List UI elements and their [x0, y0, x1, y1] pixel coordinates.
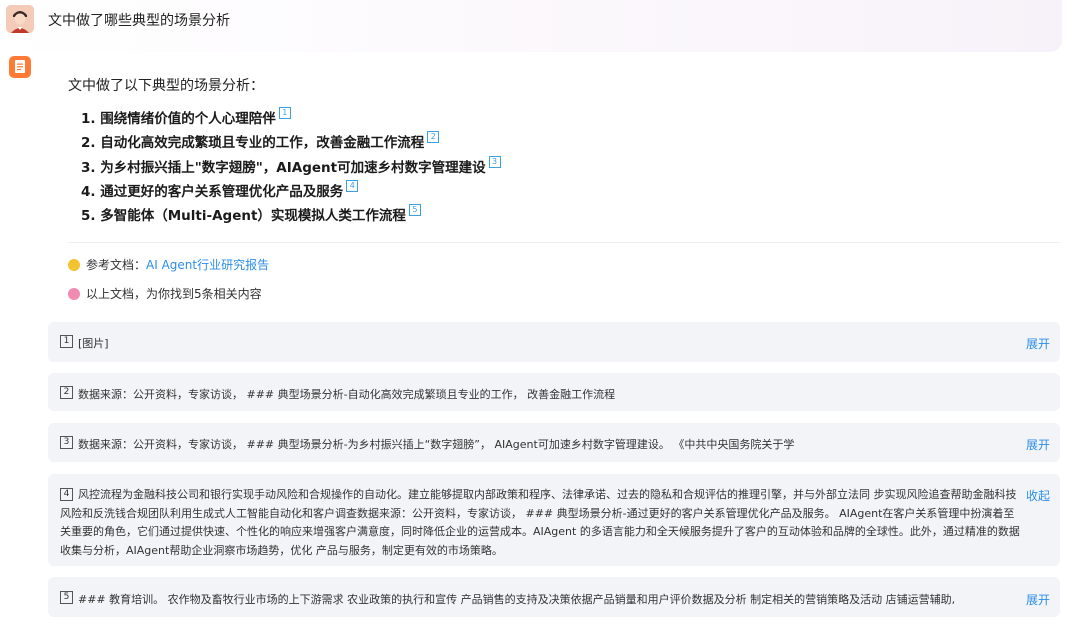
answer-intro: 文中做了以下典型的场景分析：	[68, 78, 264, 94]
list-item: 5. 多智能体（Multi-Agent）实现模拟人类工作流程 5	[81, 204, 501, 228]
expand-toggle[interactable]: 展开	[1026, 335, 1050, 352]
reference-doc-link[interactable]: AI Agent行业研究报告	[146, 258, 269, 272]
source-item-5[interactable]: 5 ### 教育培训。 农作物及畜牧行业市场的上下游需求 农业政策的执行和宣传 …	[48, 577, 1060, 617]
list-item: 2. 自动化高效完成繁琐且专业的工作，改善金融工作流程 2	[81, 131, 501, 155]
avatar-icon	[6, 5, 34, 33]
list-item: 1. 围绕情绪价值的个人心理陪伴 1	[81, 107, 501, 131]
user-avatar	[6, 5, 34, 33]
source-item-3[interactable]: 3 数据来源：公开资料，专家访谈， ### 典型场景分析-为乡村振兴插上“数字翅…	[48, 423, 1060, 462]
list-item: 3. 为乡村振兴插上"数字翅膀"，AIAgent可加速乡村数字管理建设 3	[81, 155, 501, 180]
source-text: [图片]	[78, 337, 109, 350]
source-text: 数据来源：公开资料，专家访谈， ### 典型场景分析-为乡村振兴插上“数字翅膀”…	[78, 438, 795, 451]
source-text: 数据来源：公开资料，专家访谈， ### 典型场景分析-自动化高效完成繁琐且专业的…	[78, 388, 616, 401]
citation-badge[interactable]: 2	[427, 131, 440, 144]
divider	[68, 242, 1060, 243]
reference-doc-row: 参考文档：AI Agent行业研究报告	[68, 256, 269, 273]
result-icon	[68, 288, 80, 300]
source-number: 5	[60, 591, 73, 604]
expand-toggle[interactable]: 展开	[1026, 436, 1050, 453]
source-number: 3	[60, 436, 73, 449]
answer-card: 文中做了以下典型的场景分析： 1. 围绕情绪价值的个人心理陪伴 1 2. 自动化高…	[48, 52, 1060, 306]
source-number: 2	[60, 386, 73, 399]
user-question: 文中做了哪些典型的场景分析	[48, 13, 230, 29]
citation-badge[interactable]: 1	[278, 107, 291, 119]
source-item-2[interactable]: 2 数据来源：公开资料，专家访谈， ### 典型场景分析-自动化高效完成繁琐且专…	[48, 373, 1060, 411]
document-icon	[9, 56, 31, 78]
source-text: 风控流程为金融科技公司和银行实现手动风险和合规操作的自动化。建立能够提取内部政策…	[60, 488, 1020, 557]
citation-badge[interactable]: 5	[408, 204, 421, 217]
found-count-row: 以上文档，为你找到5条相关内容	[68, 285, 262, 302]
reference-icon	[68, 259, 80, 271]
citation-badge[interactable]: 3	[488, 155, 501, 168]
citation-badge[interactable]: 4	[346, 179, 359, 192]
source-item-1[interactable]: 1 [图片] 展开	[48, 322, 1060, 362]
user-message-row: 文中做了哪些典型的场景分析	[0, 0, 1062, 52]
expand-toggle[interactable]: 展开	[1026, 591, 1050, 608]
list-item: 4. 通过更好的客户关系管理优化产品及服务 4	[81, 179, 501, 204]
collapse-toggle[interactable]: 收起	[1026, 487, 1050, 504]
scenario-list: 1. 围绕情绪价值的个人心理陪伴 1 2. 自动化高效完成繁琐且专业的工作，改善金…	[81, 107, 501, 228]
source-item-4[interactable]: 4 风控流程为金融科技公司和银行实现手动风险和合规操作的自动化。建立能够提取内部…	[48, 474, 1060, 566]
source-number: 1	[60, 335, 73, 348]
source-text: ### 教育培训。 农作物及畜牧行业市场的上下游需求 农业政策的执行和宣传 产品…	[78, 593, 956, 606]
